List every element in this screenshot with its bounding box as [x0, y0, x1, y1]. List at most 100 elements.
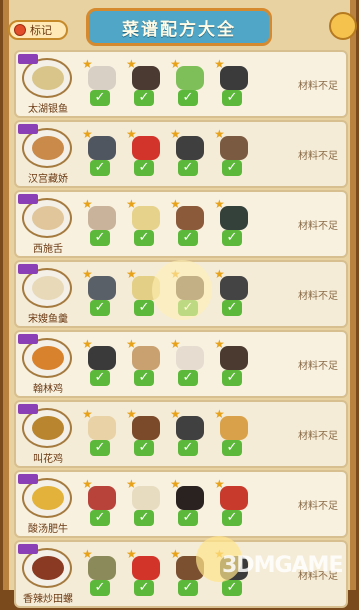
check-icon: ✓ [222, 510, 242, 526]
star-icon: ★ [82, 407, 93, 421]
check-icon: ✓ [222, 370, 242, 386]
star-icon: ★ [170, 547, 181, 561]
check-icon: ✓ [90, 230, 110, 246]
star-icon: ★ [82, 477, 93, 491]
ingredient-slot[interactable]: ★✓ [170, 198, 206, 248]
ingredient-slot[interactable]: ★✓ [170, 58, 206, 108]
star-icon: ★ [214, 267, 225, 281]
dish-thumbnail[interactable]: 汉宫藏娇 [18, 124, 76, 185]
recipe-row[interactable]: 酸汤肥牛 ★ ✓ ★ ✓ ★ ✓ ★ ✓ 材料不足 [14, 470, 348, 538]
star-icon: ★ [82, 57, 93, 71]
dish-plate-icon [22, 198, 72, 238]
ingredient-slot[interactable]: ★✓ [126, 338, 162, 388]
check-icon: ✓ [134, 300, 154, 316]
ingredient-slot[interactable]: ★✓ [214, 128, 250, 178]
star-icon: ★ [126, 127, 137, 141]
check-icon: ✓ [134, 510, 154, 526]
dish-name: 宋嫂鱼羹 [28, 314, 68, 325]
star-icon: ★ [170, 477, 181, 491]
ingredient-slot[interactable]: ★✓ [214, 478, 250, 528]
check-icon: ✓ [178, 160, 198, 176]
ingredient-slot[interactable]: ★✓ [214, 198, 250, 248]
recipe-row[interactable]: 太湖银鱼 ★ ✓ ★ ✓ ★ ✓ ★ ✓ 材料不足 [14, 50, 348, 118]
dish-thumbnail[interactable]: 太湖银鱼 [18, 54, 76, 115]
rarity-badge-icon [18, 54, 38, 64]
ingredient-slot[interactable]: ★✓ [82, 128, 118, 178]
star-icon: ★ [170, 127, 181, 141]
dish-thumbnail[interactable]: 酸汤肥牛 [18, 474, 76, 535]
dish-thumbnail[interactable]: 宋嫂鱼羹 [18, 264, 76, 325]
recipe-row[interactable]: 叫花鸡 ★ ✓ ★ ✓ ★ ✓ ★ ✓ 材料不足 [14, 400, 348, 468]
ingredient-slot[interactable]: ★✓ [126, 198, 162, 248]
ingredient-slot[interactable]: ★✓ [82, 478, 118, 528]
ingredient-slot[interactable]: ★✓ [214, 268, 250, 318]
dish-plate-icon [22, 478, 72, 518]
recipe-list[interactable]: 太湖银鱼 ★ ✓ ★ ✓ ★ ✓ ★ ✓ 材料不足 汉宫藏娇 ★ ✓ ★ ✓ ★ ✓ ★ ✓ 材料不足 西施舌 ★ ✓ ★ ✓ ★… [14, 50, 348, 610]
ingredient-slot[interactable]: ★✓ [126, 548, 162, 598]
dish-thumbnail[interactable]: 叫花鸡 [18, 404, 76, 465]
mark-button[interactable]: 标记 [8, 20, 68, 40]
ingredient-slot[interactable]: ★✓ [82, 338, 118, 388]
recipe-row[interactable]: 汉宫藏娇 ★ ✓ ★ ✓ ★ ✓ ★ ✓ 材料不足 [14, 120, 348, 188]
check-icon: ✓ [134, 230, 154, 246]
check-icon: ✓ [134, 160, 154, 176]
recipe-row[interactable]: 西施舌 ★ ✓ ★ ✓ ★ ✓ ★ ✓ 材料不足 [14, 190, 348, 258]
star-icon: ★ [170, 407, 181, 421]
ingredient-slot[interactable]: ★✓ [126, 128, 162, 178]
dish-name: 翰林鸡 [33, 384, 63, 395]
star-icon: ★ [170, 337, 181, 351]
check-icon: ✓ [222, 440, 242, 456]
watermark: 3DMGAME [222, 553, 343, 578]
check-icon: ✓ [90, 300, 110, 316]
star-icon: ★ [126, 547, 137, 561]
ingredient-slot[interactable]: ★✓ [82, 58, 118, 108]
ingredient-slot[interactable]: ★✓ [214, 338, 250, 388]
ingredient-slot[interactable]: ★✓ [126, 478, 162, 528]
star-icon: ★ [170, 57, 181, 71]
dish-plate-icon [22, 58, 72, 98]
status-text: 材料不足 [298, 220, 338, 232]
check-icon: ✓ [134, 90, 154, 106]
check-icon: ✓ [222, 300, 242, 316]
star-icon: ★ [214, 127, 225, 141]
dish-food-icon [32, 486, 64, 510]
dish-thumbnail[interactable]: 翰林鸡 [18, 334, 76, 395]
mark-dot-icon [14, 24, 26, 36]
ingredient-slot[interactable]: ★✓ [214, 408, 250, 458]
dish-food-icon [32, 66, 64, 90]
check-icon: ✓ [222, 160, 242, 176]
star-icon: ★ [82, 267, 93, 281]
star-icon: ★ [214, 197, 225, 211]
dish-thumbnail[interactable]: 西施舌 [18, 194, 76, 255]
close-button[interactable] [329, 12, 357, 40]
ingredient-slot[interactable]: ★✓ [214, 58, 250, 108]
check-icon: ✓ [90, 160, 110, 176]
ingredient-slot[interactable]: ★✓ [126, 408, 162, 458]
dish-name: 酸汤肥牛 [28, 524, 68, 535]
dish-thumbnail[interactable]: 香辣炒田螺 [18, 544, 76, 605]
ingredient-slot[interactable]: ★✓ [82, 198, 118, 248]
dish-food-icon [32, 136, 64, 160]
star-icon: ★ [126, 57, 137, 71]
dish-plate-icon [22, 128, 72, 168]
title-banner: 菜谱配方大全 [86, 8, 272, 46]
rarity-badge-icon [18, 264, 38, 274]
ingredient-slot[interactable]: ★✓ [82, 548, 118, 598]
ingredient-slot[interactable]: ★✓ [82, 408, 118, 458]
dish-name: 西施舌 [33, 244, 63, 255]
star-icon: ★ [126, 267, 137, 281]
ingredient-slot[interactable]: ★✓ [170, 478, 206, 528]
check-icon: ✓ [134, 440, 154, 456]
ingredient-slot[interactable]: ★✓ [170, 408, 206, 458]
dish-plate-icon [22, 268, 72, 308]
status-text: 材料不足 [298, 150, 338, 162]
dish-plate-icon [22, 548, 72, 588]
rarity-badge-icon [18, 404, 38, 414]
recipe-row[interactable]: 翰林鸡 ★ ✓ ★ ✓ ★ ✓ ★ ✓ 材料不足 [14, 330, 348, 398]
ingredient-slot[interactable]: ★✓ [82, 268, 118, 318]
ingredient-slot[interactable]: ★✓ [170, 338, 206, 388]
ingredient-slot[interactable]: ★✓ [126, 58, 162, 108]
check-icon: ✓ [178, 370, 198, 386]
ingredient-slot[interactable]: ★✓ [170, 128, 206, 178]
star-icon: ★ [126, 407, 137, 421]
